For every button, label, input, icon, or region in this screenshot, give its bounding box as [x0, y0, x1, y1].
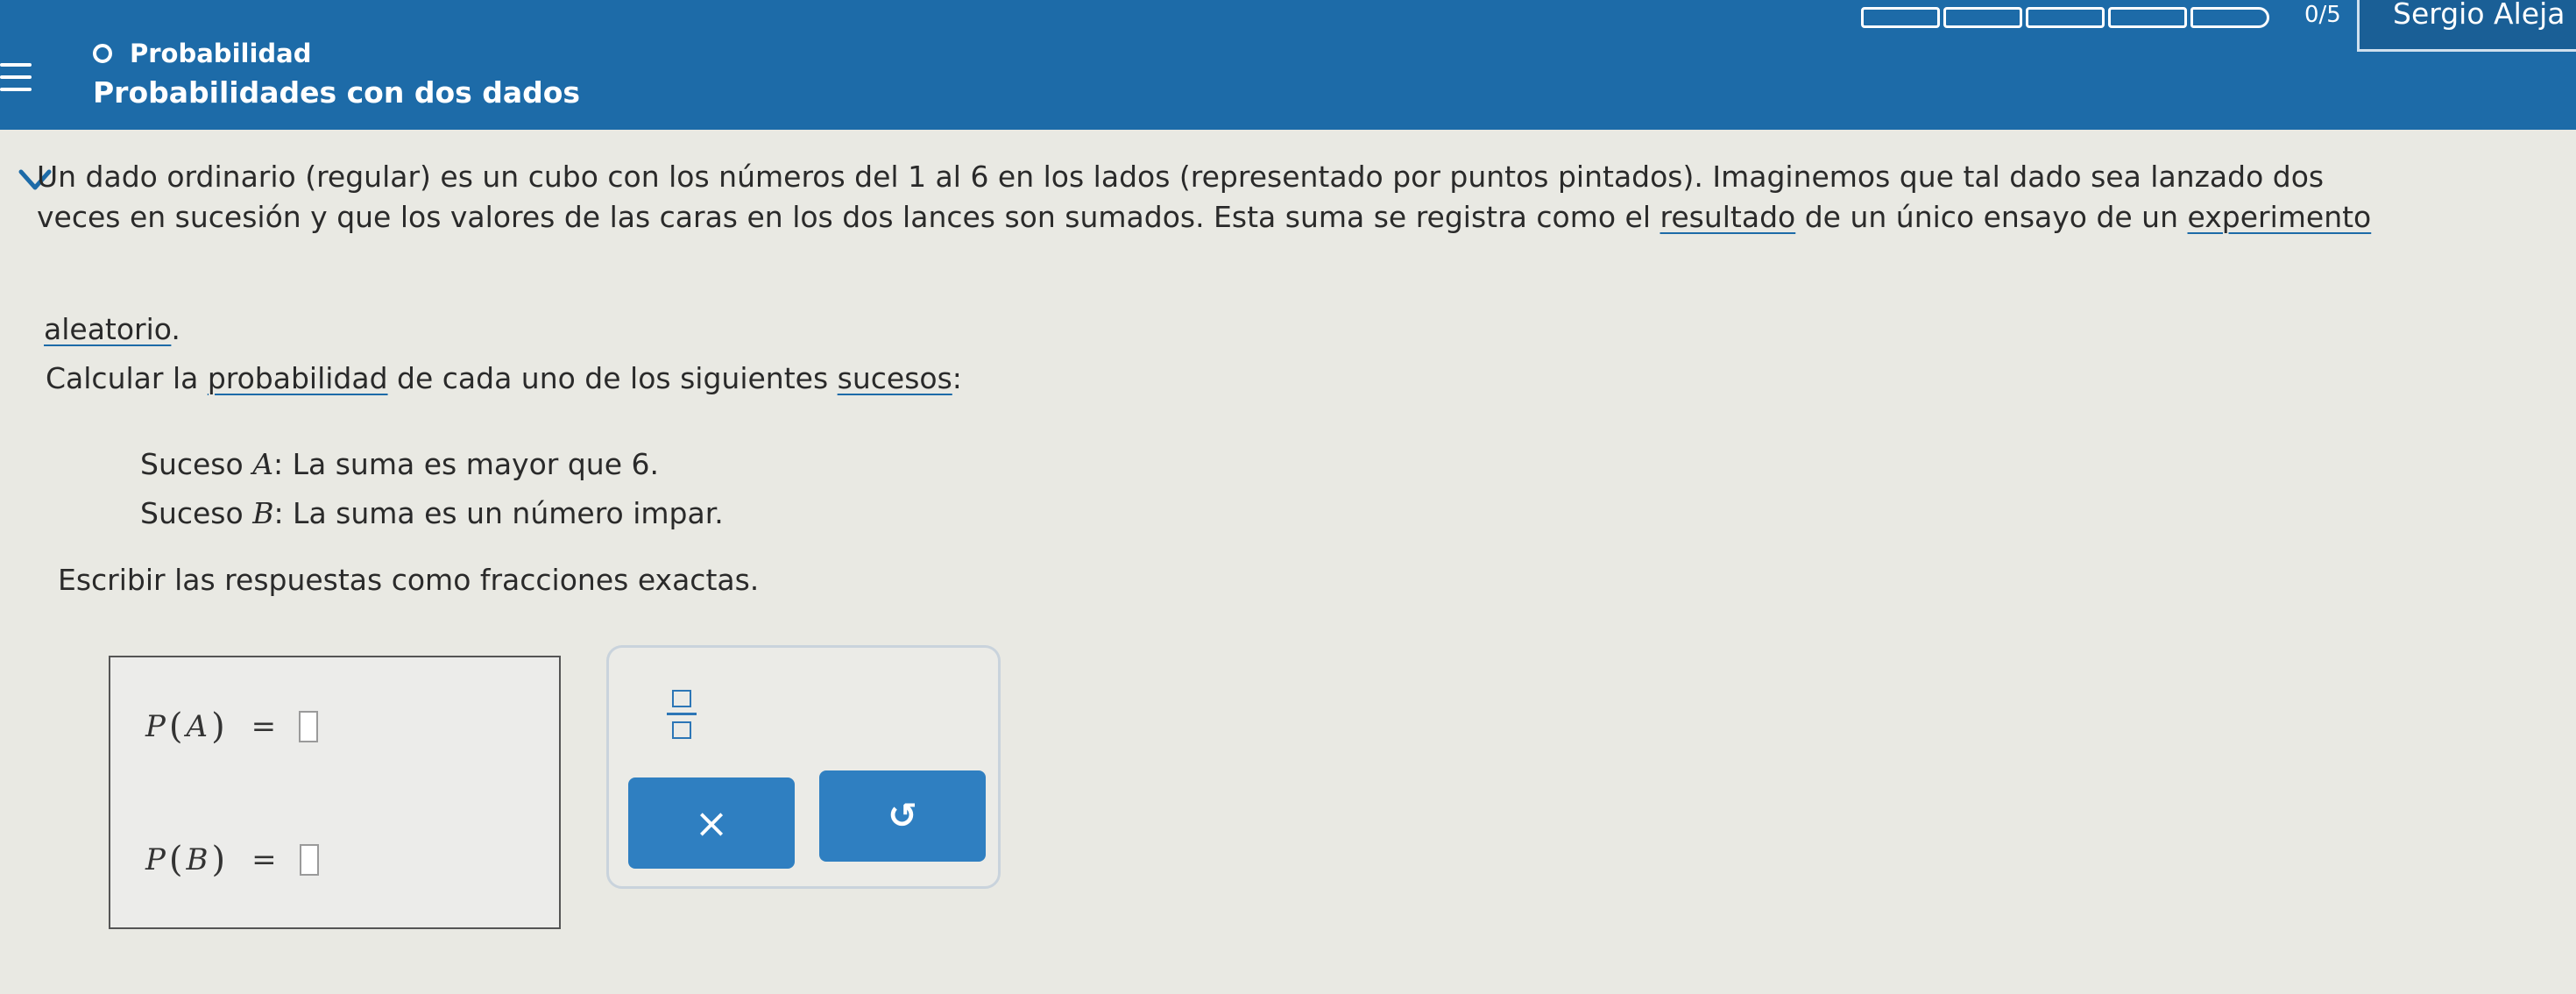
answer-a-input[interactable]: [299, 711, 319, 742]
math-toolbox: × ↺: [606, 645, 1001, 889]
p-symbol: P: [145, 709, 166, 744]
undo-button[interactable]: ↺: [819, 770, 986, 862]
link-experimento[interactable]: experimento: [2188, 200, 2372, 234]
event-b-prefix: Suceso: [140, 496, 253, 530]
menu-icon[interactable]: [0, 63, 32, 102]
event-b-var: B: [252, 496, 274, 530]
var-b: B: [186, 842, 209, 877]
answer-row-a: P(A) =: [145, 706, 319, 747]
rparen: ): [211, 840, 226, 880]
undo-icon: ↺: [888, 796, 917, 836]
problem-text: .: [171, 312, 180, 346]
progress-segment: [2026, 7, 2105, 28]
link-probabilidad[interactable]: probabilidad: [208, 361, 388, 395]
event-a-prefix: Suceso: [140, 447, 253, 481]
link-aleatorio[interactable]: aleatorio: [44, 312, 171, 346]
answer-instruction: Escribir las respuestas como fracciones …: [58, 563, 760, 597]
lparen: (: [168, 706, 183, 747]
problem-text: de un único ensayo de un: [1795, 200, 2188, 234]
progress-count: 0/5: [2304, 2, 2341, 28]
p-symbol: P: [145, 842, 166, 877]
clear-button[interactable]: ×: [628, 777, 795, 869]
lparen: (: [168, 840, 183, 880]
topic-circle-icon: [93, 44, 112, 63]
progress-segment: [2108, 7, 2187, 28]
problem-text: :: [952, 361, 962, 395]
equals-sign: =: [251, 842, 277, 877]
page-title: Probabilidades con dos dados: [93, 75, 581, 110]
equals-sign: =: [251, 709, 277, 744]
answer-box: P(A) = P(B) =: [109, 656, 561, 929]
fraction-denominator-icon: [672, 721, 691, 739]
problem-line-2: veces en sucesión y que los valores de l…: [37, 198, 2371, 237]
fraction-bar-icon: [667, 713, 697, 715]
user-name: Sergio Aleja: [2393, 0, 2565, 31]
event-b: Suceso B: La suma es un número impar.: [140, 494, 724, 533]
problem-text: veces en sucesión y que los valores de l…: [37, 200, 1660, 234]
topic-row: Probabilidad: [93, 39, 311, 68]
answer-b-input[interactable]: [299, 844, 319, 876]
link-sucesos[interactable]: sucesos: [838, 361, 952, 395]
problem-text: Calcular la: [46, 361, 208, 395]
close-icon: ×: [694, 799, 729, 847]
event-b-text: : La suma es un número impar.: [273, 496, 724, 530]
problem-text: de cada uno de los siguientes: [387, 361, 838, 395]
user-menu[interactable]: Sergio Aleja: [2357, 0, 2576, 52]
event-a: Suceso A: La suma es mayor que 6.: [140, 445, 659, 484]
event-a-var: A: [252, 447, 274, 481]
topic-label: Probabilidad: [130, 39, 312, 68]
rparen: ): [211, 706, 225, 747]
progress-segment: [1861, 7, 1940, 28]
progress-segment: [1943, 7, 2022, 28]
fraction-numerator-icon: [672, 690, 691, 707]
problem-line-1: Un dado ordinario (regular) es un cubo c…: [37, 160, 2325, 194]
event-a-text: : La suma es mayor que 6.: [273, 447, 659, 481]
var-a: A: [186, 709, 209, 744]
problem-line-3: aleatorio.: [44, 310, 180, 349]
calc-instruction: Calcular la probabilidad de cada uno de …: [46, 359, 962, 398]
answer-row-b: P(B) =: [145, 840, 319, 880]
link-resultado[interactable]: resultado: [1660, 200, 1796, 234]
progress-bar: [1861, 7, 2273, 28]
top-header: Probabilidad Probabilidades con dos dado…: [0, 0, 2576, 130]
fraction-button[interactable]: [663, 683, 702, 748]
progress-segment: [2190, 7, 2269, 28]
